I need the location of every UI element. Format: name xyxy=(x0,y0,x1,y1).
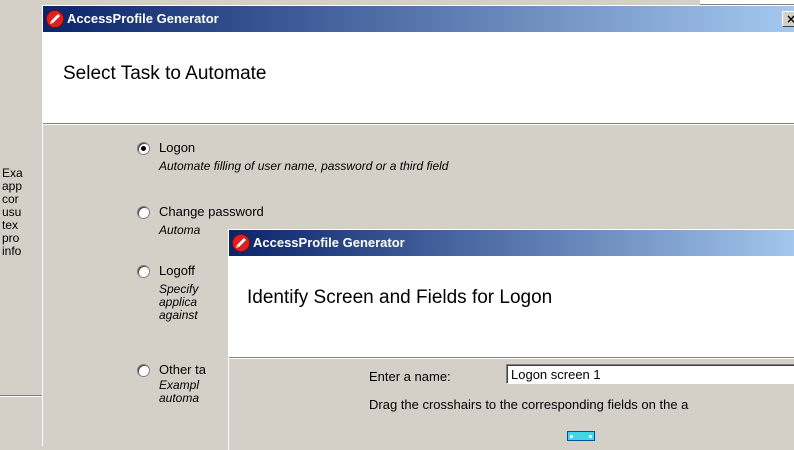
dialog-header: Identify Screen and Fields for Logon xyxy=(229,256,794,357)
option-label: Logoff xyxy=(159,263,195,278)
title-bar[interactable]: AccessProfile Generator xyxy=(229,230,794,256)
option-label: Change password xyxy=(159,204,264,219)
option-label: Logon xyxy=(159,140,196,155)
dialog-header: Select Task to Automate xyxy=(43,32,794,123)
radio-other-task[interactable] xyxy=(137,364,150,377)
option-description: Automa xyxy=(159,223,201,237)
close-button[interactable]: × xyxy=(782,11,794,27)
page-title: Select Task to Automate xyxy=(63,63,267,84)
header-separator xyxy=(229,357,794,359)
option-label: Other ta xyxy=(159,362,206,377)
background-text-line: info xyxy=(2,244,22,258)
divider xyxy=(0,395,42,397)
option-description: against xyxy=(159,308,198,322)
window-title: AccessProfile Generator xyxy=(253,235,405,250)
pencil-icon xyxy=(46,10,64,28)
option-description: automa xyxy=(159,391,200,405)
instructions-text: Drag the crosshairs to the corresponding… xyxy=(369,397,689,412)
background-window: Exa app cor usu tex pro info xyxy=(0,0,42,443)
window-title: AccessProfile Generator xyxy=(67,11,219,26)
crosshair-icon[interactable] xyxy=(567,431,595,441)
option-description: Automate filling of user name, password … xyxy=(159,159,449,173)
name-input[interactable] xyxy=(506,364,794,384)
name-label: Enter a name: xyxy=(369,369,451,384)
background-text: Exa app cor usu tex pro info xyxy=(2,167,40,258)
radio-logon[interactable] xyxy=(137,142,150,155)
title-bar[interactable]: AccessProfile Generator × xyxy=(43,6,794,32)
header-separator xyxy=(43,123,794,125)
identify-screen-dialog: AccessProfile Generator Identify Screen … xyxy=(228,229,794,450)
close-icon: × xyxy=(785,12,794,26)
pencil-icon xyxy=(232,234,250,252)
radio-logoff[interactable] xyxy=(137,265,150,278)
radio-change-password[interactable] xyxy=(137,206,150,219)
page-title: Identify Screen and Fields for Logon xyxy=(247,287,553,308)
